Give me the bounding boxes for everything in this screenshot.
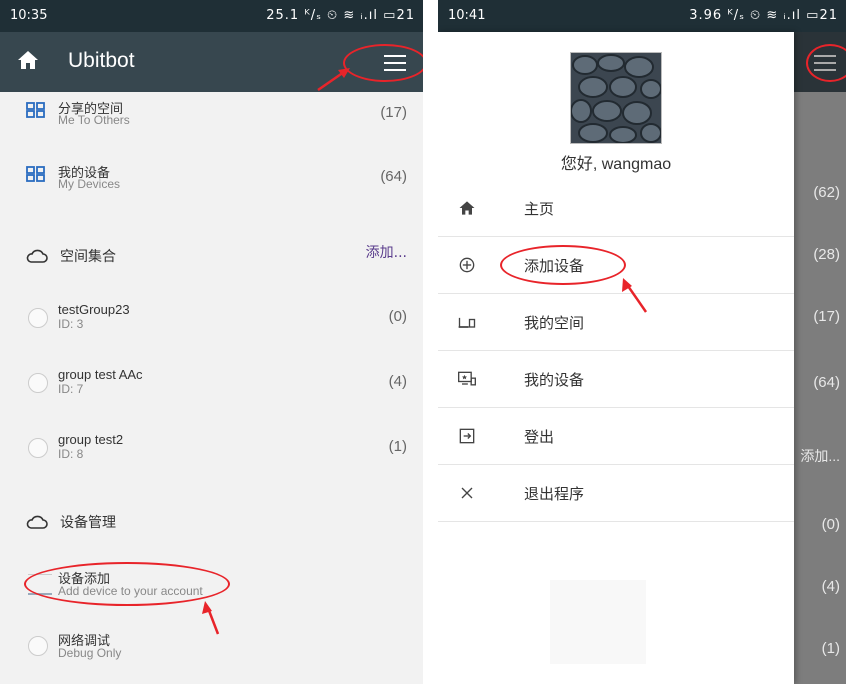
group-label: group test2 [58,432,124,447]
app-title: Ubitbot [68,49,135,72]
behind-count: (62) [813,184,840,201]
drawer-item-label: 登出 [524,428,555,446]
drawer-item-label: 我的空间 [524,314,585,332]
devices-icon [458,317,476,328]
faint-placeholder [550,580,646,664]
drawer-item-my-devices[interactable]: 我的设备 [438,351,794,408]
list-item-sub: My Devices [58,177,121,191]
home-icon[interactable] [16,48,40,72]
home-icon [459,201,475,215]
avatar-image [571,53,661,143]
add-circle-icon [459,257,475,273]
drawer-item-label: 主页 [524,200,555,218]
drawer-item-label: 我的设备 [524,371,585,389]
radio-circle[interactable] [28,438,48,458]
behind-add-link: 添加... [800,448,840,464]
drawer-item-logout[interactable]: 登出 [438,408,794,465]
network-debug-item[interactable]: 网络调试 Debug Only [0,628,423,668]
avatar[interactable] [570,52,662,144]
group-count: (4) [388,373,407,390]
radio-circle[interactable] [28,636,48,656]
add-group-link[interactable]: 添加... [366,242,407,262]
grid-icon [26,166,45,182]
drawer-item-my-space[interactable]: 我的空间 [438,294,794,351]
drawer-item-home[interactable]: 主页 [438,180,794,237]
drawer-item-label: 退出程序 [524,485,585,503]
group-id: ID: 3 [58,317,84,331]
status-icons: 3.96 ᴷ/ₛ ⏲ ≋ ᵢ.ıl ▭21 [689,8,838,23]
group-id: ID: 8 [58,447,84,461]
behind-count: (28) [813,246,840,263]
cloud-icon [26,515,48,529]
group-item[interactable]: group test AAc ID: 7 (4) [0,363,423,407]
status-bar: 10:41 3.96 ᴷ/ₛ ⏲ ≋ ᵢ.ıl ▭21 [438,0,846,32]
radio-circle[interactable] [28,373,48,393]
radio-circle[interactable] [28,308,48,328]
monitor-icon [458,371,476,386]
list-item-my-devices[interactable]: 我的设备 My Devices (64) [0,160,423,210]
right-screen: 10:41 3.96 ᴷ/ₛ ⏲ ≋ ᵢ.ıl ▭21 (62) (28) (1… [438,0,846,684]
group-id: ID: 7 [58,382,84,396]
group-label: group test AAc [58,367,143,382]
list-item-count: (64) [380,168,407,185]
grid-icon [26,102,45,118]
cloud-icon [26,249,48,263]
group-count: (0) [388,308,407,325]
behind-count: (4) [821,578,840,595]
drawer-scrim[interactable]: (62) (28) (17) (64) 添加... (0) (4) (1) [794,92,846,684]
section-header-device-management: 设备管理 [0,508,423,538]
close-icon [461,487,473,499]
list-item-shared-space[interactable]: 分享的空间 Me To Others (17) [0,96,423,146]
network-debug-sub: Debug Only [58,646,122,660]
behind-count: (1) [821,640,840,657]
status-icons: 25.1 ᴷ/ₛ ⏲ ≋ ᵢ.ıl ▭21 [266,8,415,23]
annotation-arrow-icon [317,68,350,92]
section-title: 空间集合 [60,248,116,264]
annotation-ellipse [343,44,423,82]
annotation-ellipse [500,245,626,285]
list-item-sub: Me To Others [58,113,130,127]
annotation-ellipse [806,44,846,82]
group-item[interactable]: group test2 ID: 8 (1) [0,428,423,472]
behind-count: (64) [813,374,840,391]
list-item-count: (17) [380,104,407,121]
behind-count: (17) [813,308,840,325]
behind-count: (0) [821,516,840,533]
section-title: 设备管理 [60,514,116,530]
logout-icon [459,428,475,444]
drawer-item-exit-app[interactable]: 退出程序 [438,465,794,522]
group-item[interactable]: testGroup23 ID: 3 (0) [0,298,423,342]
section-header-space-groups: 空间集合 添加... [0,240,423,270]
group-label: testGroup23 [58,302,130,317]
navigation-drawer: 您好, wangmao 主页 添加设备 我的空间 我的设备 登出 退出程序 [438,32,794,684]
annotation-arrow-icon [622,278,648,313]
status-time: 10:41 [448,8,486,23]
left-screen: 10:35 25.1 ᴷ/ₛ ⏲ ≋ ᵢ.ıl ▭21 Ubitbot 分享的空… [0,0,423,684]
status-bar: 10:35 25.1 ᴷ/ₛ ⏲ ≋ ᵢ.ıl ▭21 [0,0,423,32]
status-time: 10:35 [10,8,48,23]
group-count: (1) [388,438,407,455]
greeting: 您好, wangmao [560,156,672,173]
